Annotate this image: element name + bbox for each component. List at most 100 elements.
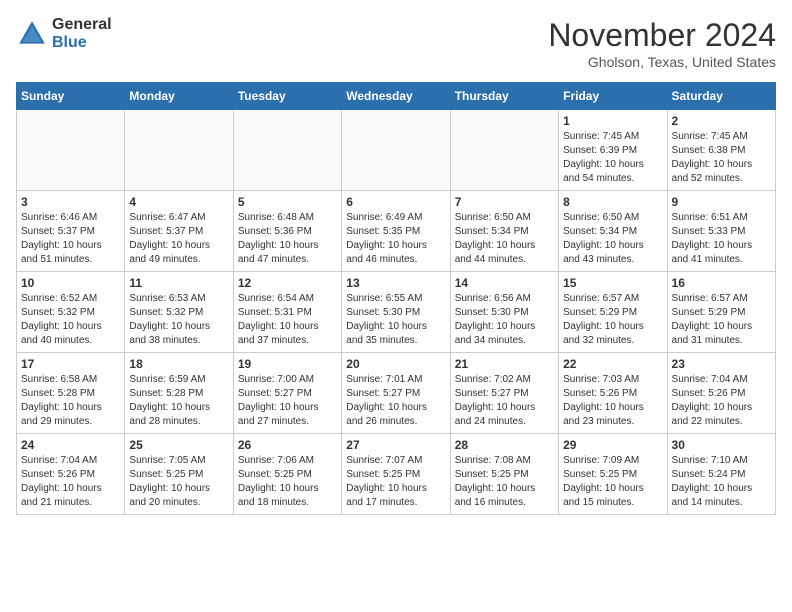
calendar-cell: 22Sunrise: 7:03 AM Sunset: 5:26 PM Dayli… — [559, 353, 667, 434]
day-info: Sunrise: 7:01 AM Sunset: 5:27 PM Dayligh… — [346, 373, 445, 429]
logo-blue: Blue — [52, 34, 112, 52]
logo-text: General Blue — [52, 16, 112, 51]
calendar-cell: 11Sunrise: 6:53 AM Sunset: 5:32 PM Dayli… — [125, 272, 233, 353]
day-number: 3 — [21, 195, 120, 209]
day-info: Sunrise: 7:04 AM Sunset: 5:26 PM Dayligh… — [21, 454, 120, 510]
calendar-cell: 5 Sunrise: 6:48 AM Sunset: 5:36 PM Daylig… — [233, 191, 341, 272]
day-number: 14 — [455, 276, 554, 290]
day-info: Sunrise: 7:45 AM Sunset: 6:38 PM Dayligh… — [672, 130, 771, 186]
day-info: Sunrise: 6:58 AM Sunset: 5:28 PM Dayligh… — [21, 373, 120, 429]
calendar-cell — [233, 110, 341, 191]
day-info: Sunrise: 6:49 AM Sunset: 5:35 PM Dayligh… — [346, 211, 445, 267]
day-number: 2 — [672, 114, 771, 128]
day-info: Sunrise: 7:07 AM Sunset: 5:25 PM Dayligh… — [346, 454, 445, 510]
day-info: Sunrise: 7:45 AM Sunset: 6:39 PM Dayligh… — [563, 130, 662, 186]
calendar-cell: 13 Sunrise: 6:55 AM Sunset: 5:30 PM Dayli… — [342, 272, 450, 353]
day-number: 12 — [238, 276, 337, 290]
calendar-cell: 12 Sunrise: 6:54 AM Sunset: 5:31 PM Dayli… — [233, 272, 341, 353]
calendar-cell: 1 Sunrise: 7:45 AM Sunset: 6:39 PM Daylig… — [559, 110, 667, 191]
day-number: 20 — [346, 357, 445, 371]
day-number: 13 — [346, 276, 445, 290]
calendar-cell: 23 Sunrise: 7:04 AM Sunset: 5:26 PM Dayli… — [667, 353, 775, 434]
calendar-cell: 26Sunrise: 7:06 AM Sunset: 5:25 PM Dayli… — [233, 434, 341, 515]
calendar-cell: 27Sunrise: 7:07 AM Sunset: 5:25 PM Dayli… — [342, 434, 450, 515]
day-info: Sunrise: 6:55 AM Sunset: 5:30 PM Dayligh… — [346, 292, 445, 348]
day-number: 25 — [129, 438, 228, 452]
calendar-cell: 16 Sunrise: 6:57 AM Sunset: 5:29 PM Dayli… — [667, 272, 775, 353]
day-info: Sunrise: 6:48 AM Sunset: 5:36 PM Dayligh… — [238, 211, 337, 267]
calendar-week-5: 24Sunrise: 7:04 AM Sunset: 5:26 PM Dayli… — [17, 434, 776, 515]
day-number: 16 — [672, 276, 771, 290]
day-info: Sunrise: 6:57 AM Sunset: 5:29 PM Dayligh… — [563, 292, 662, 348]
calendar-cell: 2 Sunrise: 7:45 AM Sunset: 6:38 PM Daylig… — [667, 110, 775, 191]
day-info: Sunrise: 6:56 AM Sunset: 5:30 PM Dayligh… — [455, 292, 554, 348]
day-info: Sunrise: 7:04 AM Sunset: 5:26 PM Dayligh… — [672, 373, 771, 429]
day-info: Sunrise: 6:59 AM Sunset: 5:28 PM Dayligh… — [129, 373, 228, 429]
calendar-week-1: 1 Sunrise: 7:45 AM Sunset: 6:39 PM Daylig… — [17, 110, 776, 191]
day-info: Sunrise: 7:08 AM Sunset: 5:25 PM Dayligh… — [455, 454, 554, 510]
day-number: 19 — [238, 357, 337, 371]
calendar-cell — [125, 110, 233, 191]
calendar-cell: 7 Sunrise: 6:50 AM Sunset: 5:34 PM Daylig… — [450, 191, 558, 272]
day-info: Sunrise: 6:50 AM Sunset: 5:34 PM Dayligh… — [455, 211, 554, 267]
calendar-cell: 9Sunrise: 6:51 AM Sunset: 5:33 PM Daylig… — [667, 191, 775, 272]
weekday-header-monday: Monday — [125, 83, 233, 110]
logo-general: General — [52, 16, 112, 34]
calendar-cell: 21Sunrise: 7:02 AM Sunset: 5:27 PM Dayli… — [450, 353, 558, 434]
calendar-cell: 25 Sunrise: 7:05 AM Sunset: 5:25 PM Dayli… — [125, 434, 233, 515]
calendar-week-2: 3Sunrise: 6:46 AM Sunset: 5:37 PM Daylig… — [17, 191, 776, 272]
calendar-cell: 15Sunrise: 6:57 AM Sunset: 5:29 PM Dayli… — [559, 272, 667, 353]
location: Gholson, Texas, United States — [548, 54, 776, 70]
day-number: 6 — [346, 195, 445, 209]
day-info: Sunrise: 6:47 AM Sunset: 5:37 PM Dayligh… — [129, 211, 228, 267]
weekday-header-row: SundayMondayTuesdayWednesdayThursdayFrid… — [17, 83, 776, 110]
calendar-cell: 29 Sunrise: 7:09 AM Sunset: 5:25 PM Dayli… — [559, 434, 667, 515]
calendar-cell: 4 Sunrise: 6:47 AM Sunset: 5:37 PM Daylig… — [125, 191, 233, 272]
day-info: Sunrise: 7:00 AM Sunset: 5:27 PM Dayligh… — [238, 373, 337, 429]
calendar-cell: 30 Sunrise: 7:10 AM Sunset: 5:24 PM Dayli… — [667, 434, 775, 515]
calendar-cell — [450, 110, 558, 191]
day-number: 30 — [672, 438, 771, 452]
calendar-cell: 10 Sunrise: 6:52 AM Sunset: 5:32 PM Dayli… — [17, 272, 125, 353]
weekday-header-saturday: Saturday — [667, 83, 775, 110]
day-info: Sunrise: 6:53 AM Sunset: 5:32 PM Dayligh… — [129, 292, 228, 348]
day-number: 29 — [563, 438, 662, 452]
weekday-header-tuesday: Tuesday — [233, 83, 341, 110]
weekday-header-sunday: Sunday — [17, 83, 125, 110]
day-number: 9 — [672, 195, 771, 209]
day-number: 10 — [21, 276, 120, 290]
weekday-header-wednesday: Wednesday — [342, 83, 450, 110]
day-info: Sunrise: 6:54 AM Sunset: 5:31 PM Dayligh… — [238, 292, 337, 348]
day-number: 8 — [563, 195, 662, 209]
day-number: 28 — [455, 438, 554, 452]
day-number: 23 — [672, 357, 771, 371]
day-info: Sunrise: 7:03 AM Sunset: 5:26 PM Dayligh… — [563, 373, 662, 429]
day-number: 4 — [129, 195, 228, 209]
page-header: General Blue November 2024 Gholson, Texa… — [16, 16, 776, 70]
day-number: 18 — [129, 357, 228, 371]
day-number: 5 — [238, 195, 337, 209]
calendar-cell: 19 Sunrise: 7:00 AM Sunset: 5:27 PM Dayli… — [233, 353, 341, 434]
day-info: Sunrise: 7:10 AM Sunset: 5:24 PM Dayligh… — [672, 454, 771, 510]
day-number: 1 — [563, 114, 662, 128]
calendar-cell: 8 Sunrise: 6:50 AM Sunset: 5:34 PM Daylig… — [559, 191, 667, 272]
weekday-header-thursday: Thursday — [450, 83, 558, 110]
title-block: November 2024 Gholson, Texas, United Sta… — [548, 16, 776, 70]
calendar-cell: 3Sunrise: 6:46 AM Sunset: 5:37 PM Daylig… — [17, 191, 125, 272]
logo: General Blue — [16, 16, 112, 51]
day-info: Sunrise: 7:05 AM Sunset: 5:25 PM Dayligh… — [129, 454, 228, 510]
day-info: Sunrise: 6:57 AM Sunset: 5:29 PM Dayligh… — [672, 292, 771, 348]
day-info: Sunrise: 7:09 AM Sunset: 5:25 PM Dayligh… — [563, 454, 662, 510]
calendar-week-3: 10 Sunrise: 6:52 AM Sunset: 5:32 PM Dayli… — [17, 272, 776, 353]
month-title: November 2024 — [548, 16, 776, 54]
day-number: 7 — [455, 195, 554, 209]
calendar-week-4: 17Sunrise: 6:58 AM Sunset: 5:28 PM Dayli… — [17, 353, 776, 434]
calendar-cell: 20 Sunrise: 7:01 AM Sunset: 5:27 PM Dayli… — [342, 353, 450, 434]
calendar-cell: 17Sunrise: 6:58 AM Sunset: 5:28 PM Dayli… — [17, 353, 125, 434]
day-number: 21 — [455, 357, 554, 371]
calendar-cell — [17, 110, 125, 191]
day-info: Sunrise: 6:50 AM Sunset: 5:34 PM Dayligh… — [563, 211, 662, 267]
calendar-cell: 24Sunrise: 7:04 AM Sunset: 5:26 PM Dayli… — [17, 434, 125, 515]
weekday-header-friday: Friday — [559, 83, 667, 110]
day-info: Sunrise: 6:52 AM Sunset: 5:32 PM Dayligh… — [21, 292, 120, 348]
